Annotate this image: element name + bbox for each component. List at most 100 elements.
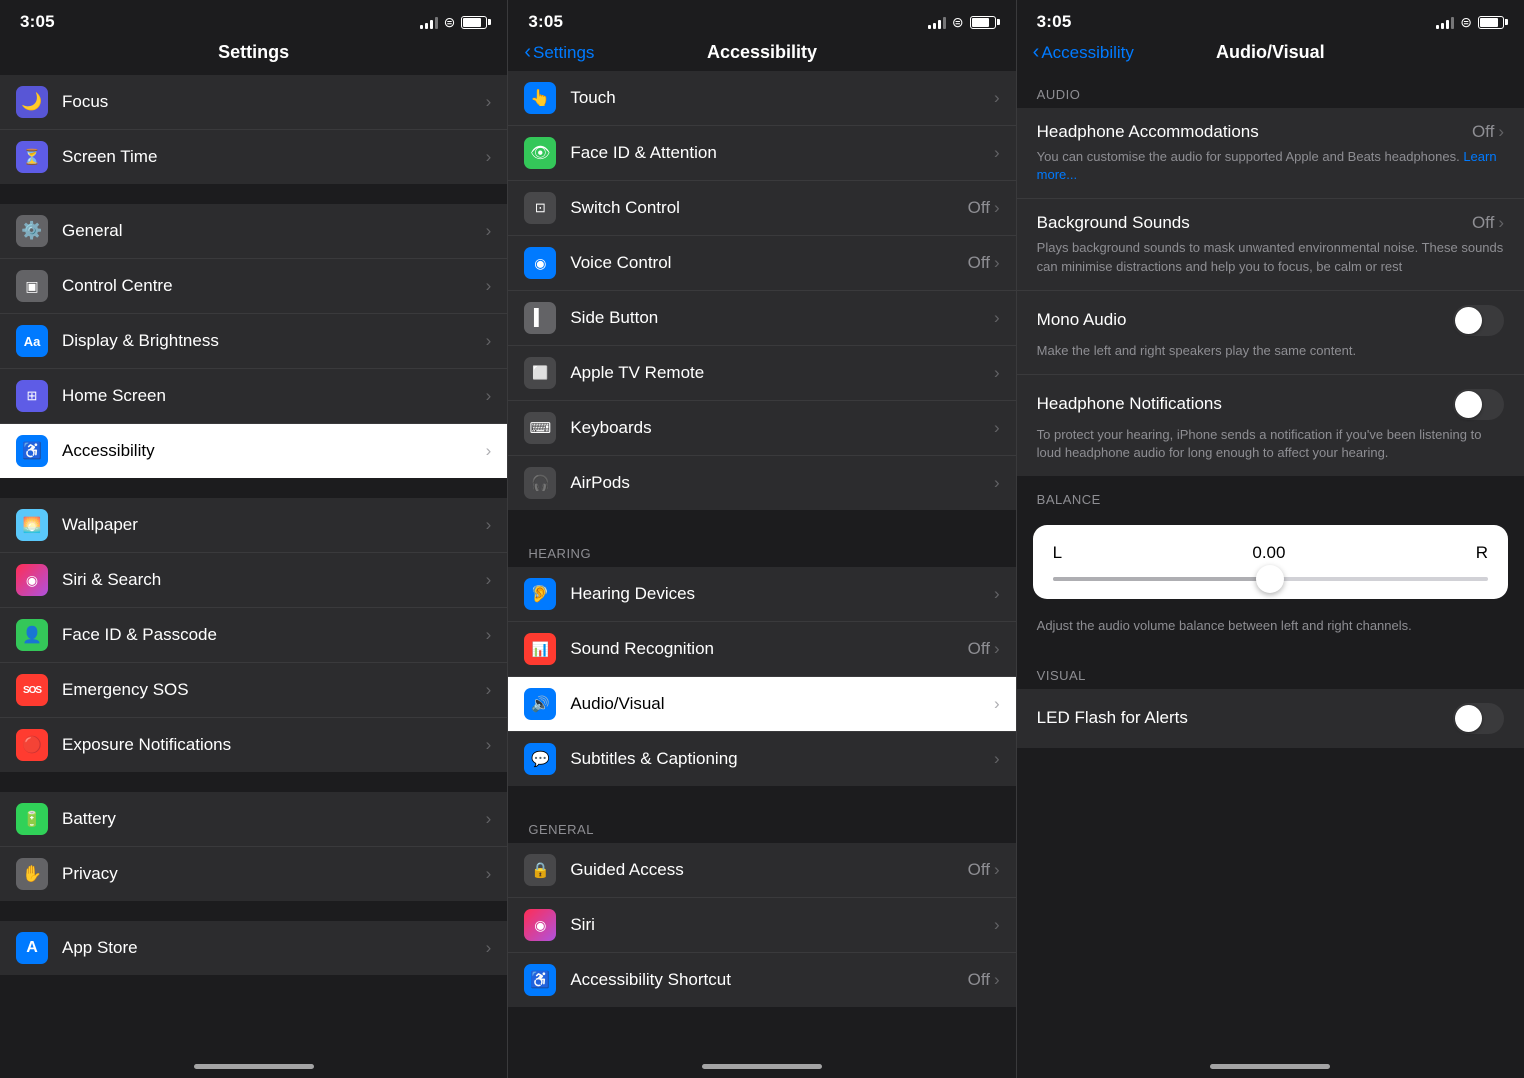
switch-control-value: Off	[968, 198, 990, 218]
audio-visual-label: Audio/Visual	[570, 694, 664, 714]
headphone-acc-title: Headphone Accommodations	[1037, 122, 1472, 142]
list-item-voice-control[interactable]: ◉ Voice Control Off ›	[508, 236, 1015, 291]
privacy-label: Privacy	[62, 864, 118, 884]
general-icon: ⚙️	[16, 215, 48, 247]
audio-visual-scroll[interactable]: AUDIO Headphone Accommodations Off › You…	[1017, 71, 1524, 1054]
list-item-side-button[interactable]: ▍ Side Button ›	[508, 291, 1015, 346]
balance-desc: Adjust the audio volume balance between …	[1017, 611, 1524, 651]
sidebar-item-battery[interactable]: 🔋 Battery ›	[0, 792, 507, 847]
siri-acc-label: Siri	[570, 915, 595, 935]
mono-audio-desc: Make the left and right speakers play th…	[1037, 342, 1504, 360]
wallpaper-label: Wallpaper	[62, 515, 138, 535]
audio-section: Headphone Accommodations Off › You can c…	[1017, 108, 1524, 476]
signal-icon-3	[1436, 15, 1454, 29]
background-sounds-item[interactable]: Background Sounds Off › Plays background…	[1017, 199, 1524, 290]
accessibility-label: Accessibility	[62, 441, 155, 461]
back-button-3[interactable]: ‹ Accessibility	[1033, 41, 1134, 64]
face-id-att-icon: 👁	[524, 137, 556, 169]
home-indicator-1	[0, 1054, 507, 1078]
accessibility-panel: 3:05 ⊜ ‹ Settings Accessibility 👆 Touch	[508, 0, 1016, 1078]
accessibility-scroll[interactable]: 👆 Touch › 👁 Face ID & Attention ›	[508, 71, 1015, 1054]
status-time-2: 3:05	[528, 12, 563, 32]
nav-title-1: Settings	[218, 42, 289, 63]
list-item-accessibility-shortcut[interactable]: ♿ Accessibility Shortcut Off ›	[508, 953, 1015, 1007]
nav-bar-2: ‹ Settings Accessibility	[508, 38, 1015, 71]
list-item-audio-visual[interactable]: 🔊 Audio/Visual ›	[508, 677, 1015, 732]
wifi-icon-2: ⊜	[952, 14, 964, 31]
voice-control-icon: ◉	[524, 247, 556, 279]
battery-icon-item: 🔋	[16, 803, 48, 835]
list-item-apple-tv-remote[interactable]: ⬜ Apple TV Remote ›	[508, 346, 1015, 401]
siri-acc-icon: ◉	[524, 909, 556, 941]
emergency-sos-label: Emergency SOS	[62, 680, 189, 700]
sidebar-item-control-centre[interactable]: ▣ Control Centre ›	[0, 259, 507, 314]
airpods-label: AirPods	[570, 473, 630, 493]
display-icon: Aa	[16, 325, 48, 357]
sidebar-item-siri[interactable]: ◉ Siri & Search ›	[0, 553, 507, 608]
mono-audio-toggle[interactable]	[1453, 305, 1504, 336]
sidebar-item-exposure[interactable]: 🔴 Exposure Notifications ›	[0, 718, 507, 772]
nav-bar-1: Settings	[0, 38, 507, 71]
sidebar-item-accessibility[interactable]: ♿ Accessibility ›	[0, 424, 507, 478]
status-icons-3: ⊜	[1436, 14, 1504, 31]
led-flash-title: LED Flash for Alerts	[1037, 708, 1453, 728]
list-item-sound-recognition[interactable]: 📊 Sound Recognition Off ›	[508, 622, 1015, 677]
list-item-face-id-attention[interactable]: 👁 Face ID & Attention ›	[508, 126, 1015, 181]
sidebar-item-emergency-sos[interactable]: SOS Emergency SOS ›	[0, 663, 507, 718]
background-sounds-desc: Plays background sounds to mask unwanted…	[1037, 239, 1504, 275]
sidebar-item-app-store[interactable]: A App Store ›	[0, 921, 507, 975]
headphone-accommodations-item[interactable]: Headphone Accommodations Off › You can c…	[1017, 108, 1524, 199]
nav-title-2: Accessibility	[707, 42, 817, 63]
app-store-label: App Store	[62, 938, 138, 958]
app-store-icon: A	[16, 932, 48, 964]
headphone-acc-value: Off	[1472, 122, 1494, 142]
nav-bar-3: ‹ Accessibility Audio/Visual	[1017, 38, 1524, 71]
sidebar-item-wallpaper[interactable]: 🌅 Wallpaper ›	[0, 498, 507, 553]
guided-access-label: Guided Access	[570, 860, 683, 880]
list-item-airpods[interactable]: 🎧 AirPods ›	[508, 456, 1015, 510]
sidebar-item-general[interactable]: ⚙️ General ›	[0, 204, 507, 259]
sound-recognition-value: Off	[968, 639, 990, 659]
sidebar-item-screen-time[interactable]: ⏳ Screen Time ›	[0, 130, 507, 184]
balance-right-label: R	[1476, 543, 1488, 563]
settings-group-4: 🔋 Battery › ✋ Privacy ›	[0, 792, 507, 901]
home-indicator-2	[508, 1054, 1015, 1078]
list-item-touch[interactable]: 👆 Touch ›	[508, 71, 1015, 126]
list-item-keyboards[interactable]: ⌨ Keyboards ›	[508, 401, 1015, 456]
sidebar-item-home-screen[interactable]: ⊞ Home Screen ›	[0, 369, 507, 424]
settings-scroll[interactable]: 🌙 Focus › ⏳ Screen Time ›	[0, 71, 507, 1054]
mono-audio-item: Mono Audio Make the left and right speak…	[1017, 291, 1524, 375]
headphone-notifications-item: Headphone Notifications To protect your …	[1017, 375, 1524, 476]
list-item-guided-access[interactable]: 🔒 Guided Access Off ›	[508, 843, 1015, 898]
balance-value: 0.00	[1252, 543, 1285, 563]
learn-more-link[interactable]: Learn more...	[1037, 149, 1497, 182]
mono-audio-title: Mono Audio	[1037, 310, 1453, 330]
settings-group-3: 🌅 Wallpaper › ◉ Siri & Search ›	[0, 498, 507, 772]
headphone-notif-title: Headphone Notifications	[1037, 394, 1453, 414]
screen-time-label: Screen Time	[62, 147, 157, 167]
siri-label: Siri & Search	[62, 570, 161, 590]
privacy-icon: ✋	[16, 858, 48, 890]
sidebar-item-privacy[interactable]: ✋ Privacy ›	[0, 847, 507, 901]
face-id-label: Face ID & Passcode	[62, 625, 217, 645]
list-item-switch-control[interactable]: ⊡ Switch Control Off ›	[508, 181, 1015, 236]
back-button-2[interactable]: ‹ Settings	[524, 41, 594, 64]
list-item-subtitles-captioning[interactable]: 💬 Subtitles & Captioning ›	[508, 732, 1015, 786]
voice-control-label: Voice Control	[570, 253, 671, 273]
audio-visual-panel: 3:05 ⊜ ‹ Accessibility Audio/Visual AUDI…	[1017, 0, 1524, 1078]
led-flash-toggle[interactable]	[1453, 703, 1504, 734]
touch-icon: 👆	[524, 82, 556, 114]
hearing-devices-label: Hearing Devices	[570, 584, 695, 604]
battery-icon-2	[970, 16, 996, 29]
sidebar-item-face-id[interactable]: 👤 Face ID & Passcode ›	[0, 608, 507, 663]
emergency-sos-icon: SOS	[16, 674, 48, 706]
balance-slider[interactable]	[1053, 577, 1488, 581]
sidebar-item-display-brightness[interactable]: Aa Display & Brightness ›	[0, 314, 507, 369]
headphone-acc-desc: You can customise the audio for supporte…	[1037, 148, 1504, 184]
sidebar-item-focus[interactable]: 🌙 Focus ›	[0, 75, 507, 130]
list-item-hearing-devices[interactable]: 🦻 Hearing Devices ›	[508, 567, 1015, 622]
guided-access-value: Off	[968, 860, 990, 880]
list-item-siri-acc[interactable]: ◉ Siri ›	[508, 898, 1015, 953]
sound-recognition-label: Sound Recognition	[570, 639, 714, 659]
headphone-notif-toggle[interactable]	[1453, 389, 1504, 420]
